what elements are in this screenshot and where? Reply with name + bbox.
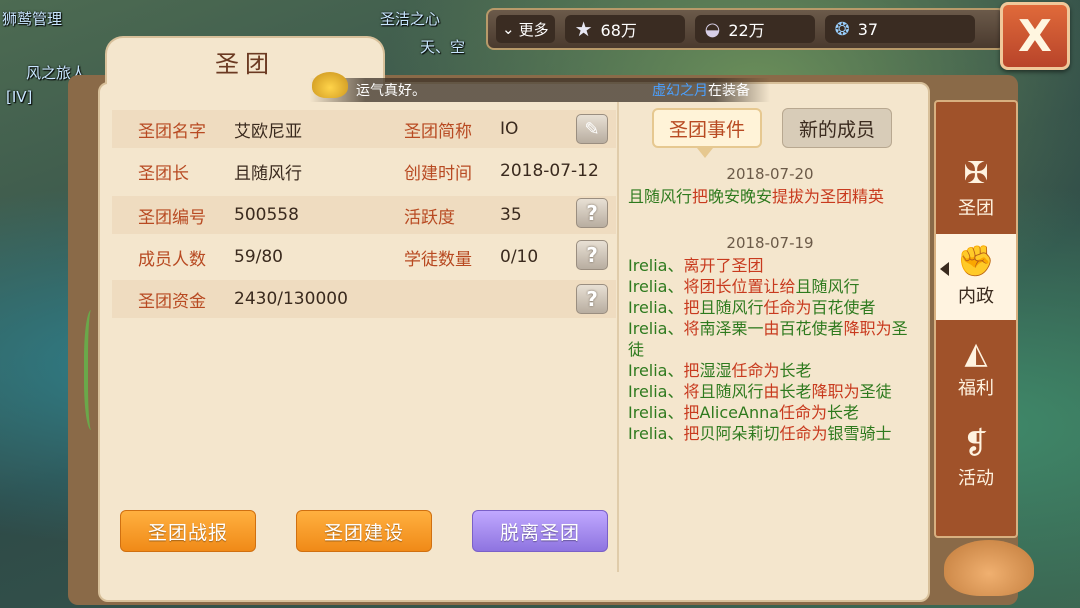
event-entry: Irelia、把AliceAnna任命为长老 bbox=[628, 403, 860, 422]
apprentice-value: 0/10 bbox=[500, 247, 539, 267]
info-row-members: 成员人数 59/80 学徒数量 0/10 bbox=[112, 238, 616, 276]
apprentice-help-button[interactable]: ? bbox=[576, 240, 608, 270]
event-entry: Irelia、把且随风行任命为百花使者 bbox=[628, 298, 876, 317]
funds-label: 圣团资金 bbox=[138, 291, 206, 312]
abbr-value: IO bbox=[500, 119, 519, 139]
feather-icon: ✎ bbox=[584, 118, 600, 140]
shell-icon: ◒ bbox=[704, 18, 721, 40]
id-label: 圣团编号 bbox=[138, 207, 206, 228]
info-row-leader: 圣团长 且随风行 创建时间 2018-07-12 bbox=[112, 152, 616, 190]
event-entry: Irelia、把贝阿朵莉切任命为银雪骑士 bbox=[628, 424, 892, 443]
event-entry: Irelia、将南泽栗一由百花使者降职为圣徒 bbox=[628, 319, 908, 359]
player-name-label: 圣洁之心 bbox=[380, 10, 441, 28]
player-name-label: 狮鹫管理 bbox=[2, 10, 63, 28]
question-icon: ? bbox=[586, 287, 598, 311]
shell-value: 22万 bbox=[728, 21, 765, 40]
event-date: 2018-07-19 bbox=[726, 234, 814, 252]
crystal-icon: ❂ bbox=[834, 18, 850, 40]
id-value: 500558 bbox=[234, 205, 299, 225]
info-row-name: 圣团名字 艾欧尼亚 圣团简称 IO bbox=[112, 110, 616, 148]
members-value: 59/80 bbox=[234, 247, 283, 267]
event-entry: Irelia、离开了圣团 bbox=[628, 256, 764, 275]
player-name-label: [IV] bbox=[6, 88, 33, 106]
chevron-down-icon: ⌄ bbox=[502, 20, 515, 38]
close-button[interactable]: X bbox=[1000, 2, 1070, 70]
name-label: 圣团名字 bbox=[138, 121, 206, 142]
side-nav-label: 内政 bbox=[958, 286, 994, 307]
star-icon: ★ bbox=[574, 17, 593, 41]
construction-button[interactable]: 圣团建设 bbox=[296, 510, 432, 552]
leave-guild-button[interactable]: 脱离圣团 bbox=[472, 510, 608, 552]
activity-value: 35 bbox=[500, 205, 522, 225]
activity-label: 活跃度 bbox=[404, 207, 455, 228]
abbr-label: 圣团简称 bbox=[404, 121, 472, 142]
player-name-label: 天、空 bbox=[420, 38, 466, 56]
gold-ingot-icon bbox=[312, 72, 348, 98]
strip-right-text: 虚幻之月在装备 bbox=[652, 80, 750, 100]
side-nav-label: 活动 bbox=[958, 468, 994, 489]
members-label: 成员人数 bbox=[138, 249, 206, 270]
side-nav-label: 圣团 bbox=[958, 198, 994, 219]
cake-icon: ◭ bbox=[964, 336, 988, 371]
resource-bar: ⌄ 更多 ★ 68万 ◒ 22万 ❂ 37 bbox=[486, 8, 1006, 50]
tab-events[interactable]: 圣团事件 bbox=[652, 108, 762, 148]
side-nav-affairs[interactable]: ✊ 内政 bbox=[936, 234, 1016, 320]
funds-value: 2430/130000 bbox=[234, 289, 348, 309]
event-entry: 且随风行把晚安晚安提拔为圣团精英 bbox=[628, 187, 885, 206]
side-nav-events[interactable]: ❡ 活动 bbox=[936, 416, 1016, 502]
question-icon: ? bbox=[586, 201, 598, 225]
info-row-id: 圣团编号 500558 活跃度 35 bbox=[112, 196, 616, 234]
star-value: 68万 bbox=[600, 21, 637, 40]
shell-resource: ◒ 22万 bbox=[694, 15, 815, 43]
side-nav-guild[interactable]: ✠ 圣团 bbox=[936, 146, 1016, 232]
edit-abbr-button[interactable]: ✎ bbox=[576, 114, 608, 144]
more-button[interactable]: ⌄ 更多 bbox=[496, 15, 555, 43]
event-entry: Irelia、将团长位置让给且随风行 bbox=[628, 277, 860, 296]
activity-help-button[interactable]: ? bbox=[576, 198, 608, 228]
side-nav-welfare[interactable]: ◭ 福利 bbox=[936, 326, 1016, 412]
more-label: 更多 bbox=[518, 20, 549, 39]
tab-pointer bbox=[697, 148, 713, 158]
created-value: 2018-07-12 bbox=[500, 161, 599, 181]
tab-new-members[interactable]: 新的成员 bbox=[782, 108, 892, 148]
guild-emblem-icon: ✠ bbox=[963, 156, 989, 191]
selected-arrow-icon bbox=[940, 262, 949, 276]
crystal-resource: ❂ 37 bbox=[824, 15, 975, 43]
cat-mascot-icon bbox=[944, 540, 1034, 596]
event-entry: Irelia、将且随风行由长老降职为圣徒 bbox=[628, 382, 892, 401]
event-entry: Irelia、把湿湿任命为长老 bbox=[628, 361, 812, 380]
apprentice-label: 学徒数量 bbox=[404, 249, 472, 270]
created-label: 创建时间 bbox=[404, 163, 472, 184]
crystal-value: 37 bbox=[857, 19, 879, 39]
notification-strip: 运气真好。 虚幻之月在装备 bbox=[310, 78, 770, 102]
strip-action-text: 在装备 bbox=[708, 83, 750, 99]
event-log[interactable]: 2018-07-20 且随风行把晚安晚安提拔为圣团精英 2018-07-19 I… bbox=[628, 164, 912, 556]
scroll-icon: ❡ bbox=[963, 426, 989, 461]
funds-help-button[interactable]: ? bbox=[576, 284, 608, 314]
name-value: 艾欧尼亚 bbox=[234, 121, 302, 142]
panel-divider bbox=[617, 102, 619, 572]
info-row-funds: 圣团资金 2430/130000 bbox=[112, 280, 616, 318]
strip-player-name: 虚幻之月 bbox=[652, 83, 708, 99]
leader-value: 且随风行 bbox=[234, 163, 302, 184]
lucky-text: 运气真好。 bbox=[356, 83, 426, 99]
leader-label: 圣团长 bbox=[138, 163, 189, 184]
star-resource: ★ 68万 bbox=[564, 15, 685, 43]
fist-icon: ✊ bbox=[957, 244, 995, 279]
question-icon: ? bbox=[586, 243, 598, 267]
battle-report-button[interactable]: 圣团战报 bbox=[120, 510, 256, 552]
side-nav-label: 福利 bbox=[958, 378, 994, 399]
event-date: 2018-07-20 bbox=[726, 165, 814, 183]
